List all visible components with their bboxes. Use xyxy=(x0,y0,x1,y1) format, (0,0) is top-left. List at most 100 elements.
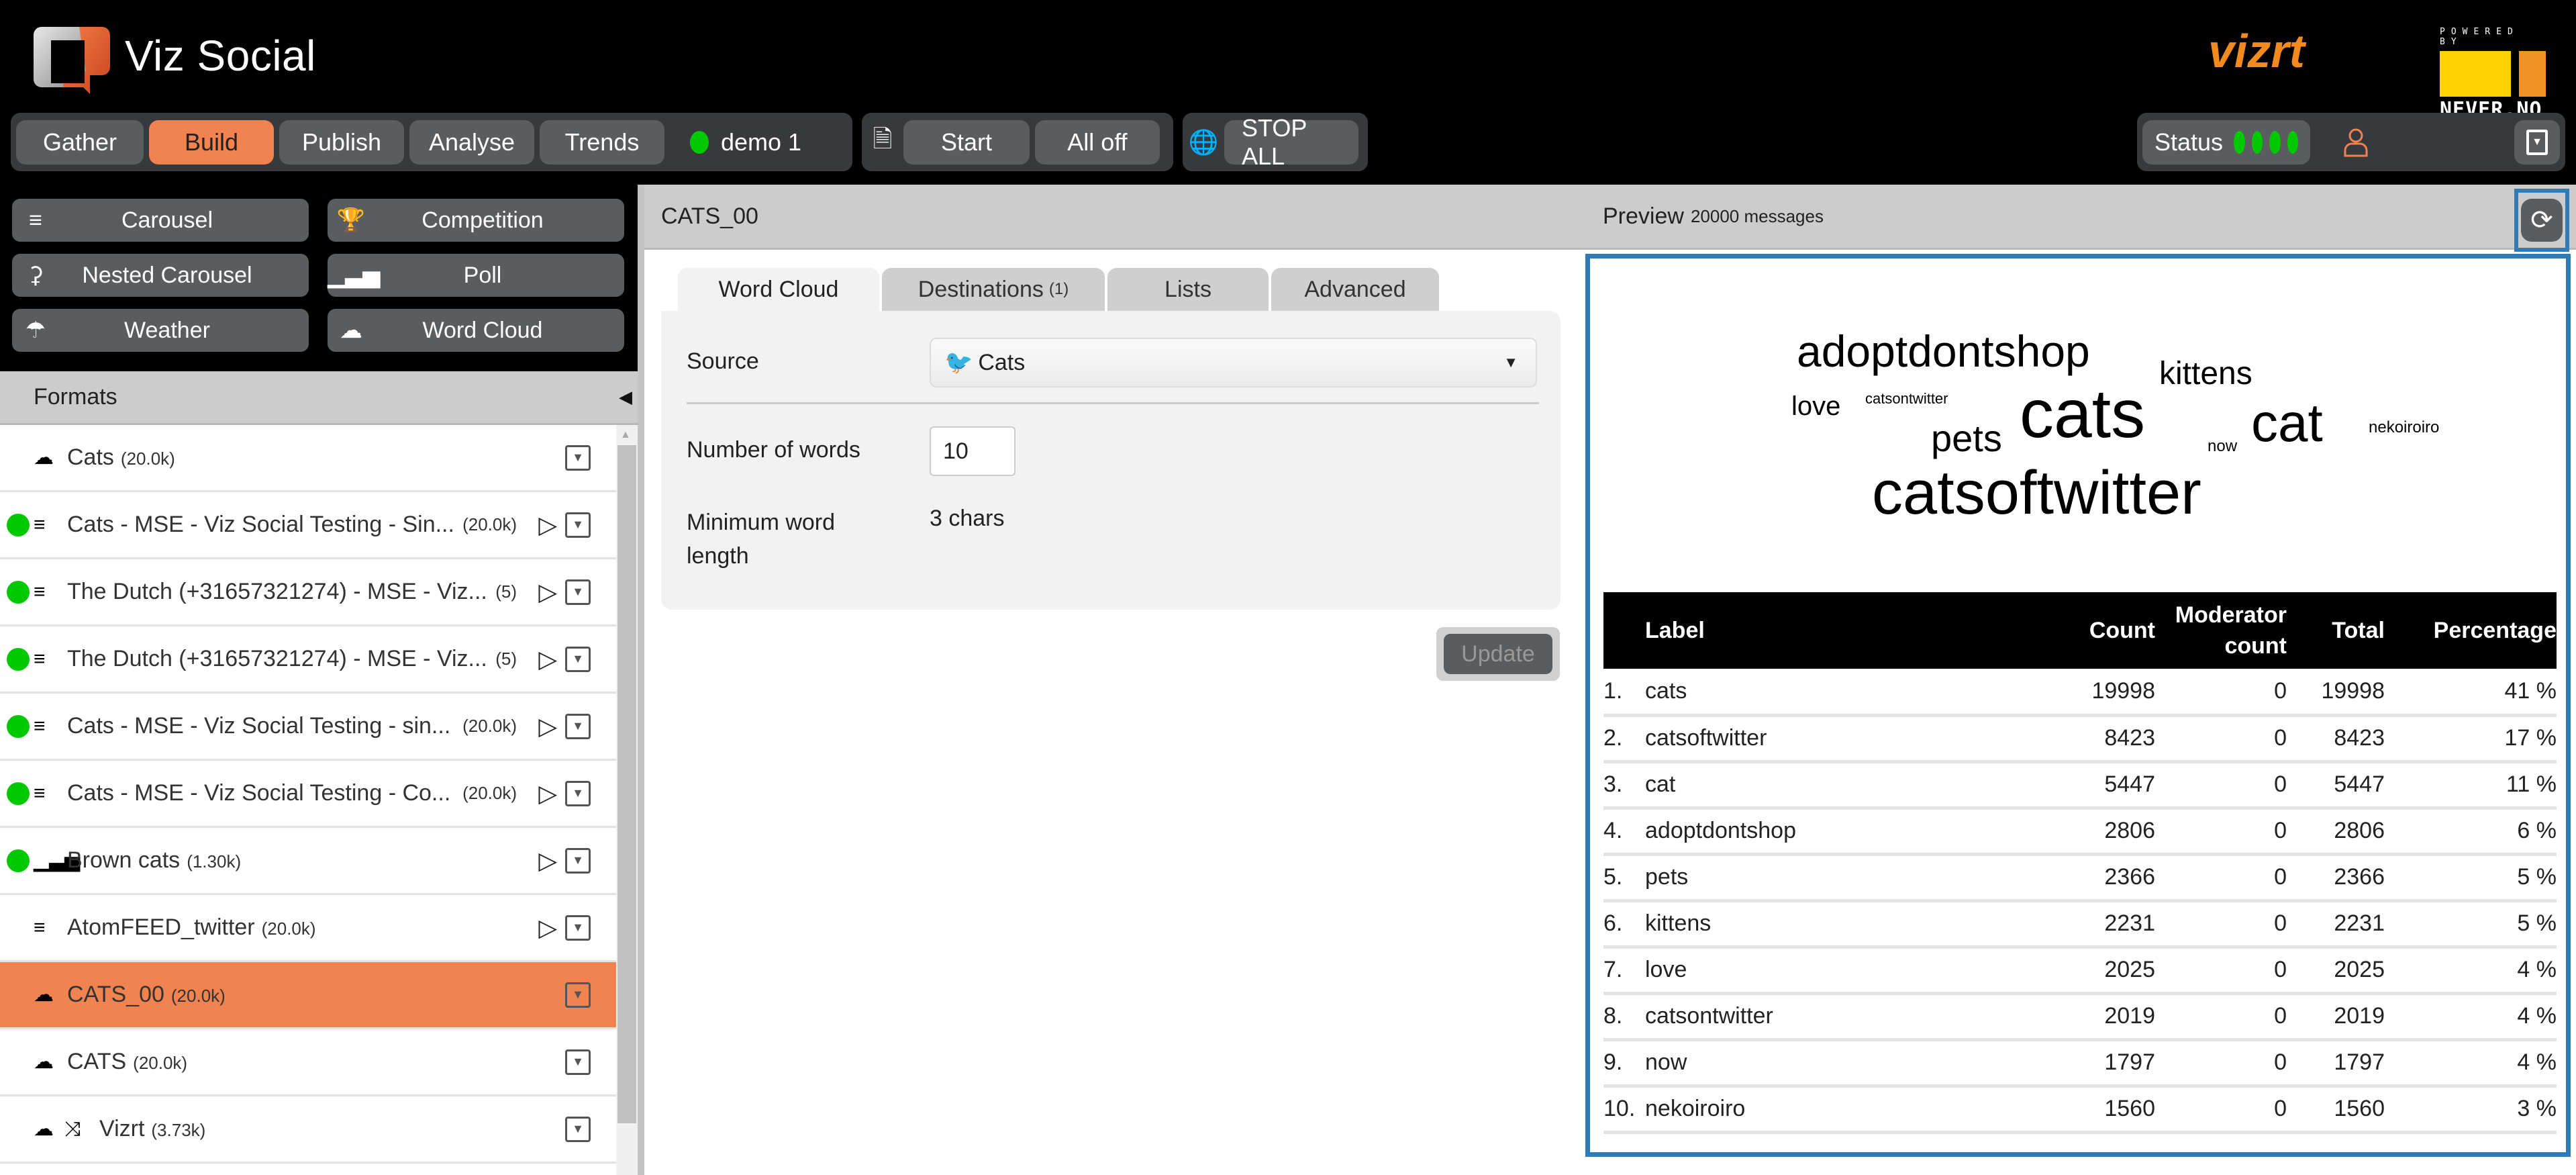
cell-label: catsoftwitter xyxy=(1645,715,2021,763)
editor-title: CATS_00 xyxy=(644,185,1584,250)
table-row: 2. catsoftwitter 8423 0 8423 17 % xyxy=(1603,715,2557,763)
play-icon[interactable]: ▷ xyxy=(538,712,557,741)
item-menu-icon[interactable]: ▼ xyxy=(565,847,591,874)
cloud-word: love xyxy=(1791,391,1841,421)
global-controls: 🌐 STOP ALL xyxy=(1183,113,1368,171)
trophy-icon: 🏆 xyxy=(336,207,366,233)
cell-percentage: 6 % xyxy=(2385,808,2557,856)
table-row: 8. catsontwitter 2019 0 2019 4 % xyxy=(1603,993,2557,1041)
item-menu-icon[interactable]: ▼ xyxy=(565,444,591,471)
format-item[interactable]: ≡ AtomFEED_twitter (20.0k) ▷ ▼ xyxy=(0,895,616,962)
format-name: CATS_00 (20.0k) xyxy=(67,982,226,1008)
cell-total: 2019 xyxy=(2287,993,2385,1041)
template-nested-carousel[interactable]: ⚳ Nested Carousel xyxy=(12,254,309,297)
col-label: Label xyxy=(1645,592,2021,669)
main-nav: Gather Build Publish Analyse Trends demo… xyxy=(11,113,852,171)
play-icon[interactable]: ▷ xyxy=(538,578,557,606)
cloud-icon: ☁ xyxy=(34,1051,54,1073)
format-item[interactable]: ☁ CATS (20.0k) ▼ xyxy=(0,1029,616,1096)
template-carousel[interactable]: ≡ Carousel xyxy=(12,199,309,242)
number-of-words-input[interactable]: 10 xyxy=(930,426,1015,476)
menu-button[interactable]: ▼ xyxy=(2514,120,2560,164)
never-no-logo: POWERED BY NEVER.NO xyxy=(2440,27,2547,122)
format-item[interactable]: ≡ Cats - MSE - Viz Social Testing - Sin..… xyxy=(0,492,616,559)
formats-scrollbar[interactable]: ▲ xyxy=(616,425,638,1175)
cloud-icon: ☁ xyxy=(340,318,362,343)
item-menu-icon[interactable]: ▼ xyxy=(565,1116,591,1142)
play-icon[interactable]: ▷ xyxy=(538,645,557,673)
preview-title: Preview xyxy=(1603,203,1684,229)
format-item[interactable]: ≡ The Dutch (+31657321274) - MSE - Viz...… xyxy=(0,559,616,626)
update-button[interactable]: Update xyxy=(1436,627,1560,681)
template-poll[interactable]: ▁▃▅ Poll xyxy=(328,254,624,297)
format-item[interactable]: ☁ ⤨ Vizrt (3.73k) ▼ xyxy=(0,1096,616,1164)
item-menu-icon[interactable]: ▼ xyxy=(565,914,591,941)
item-menu-icon[interactable]: ▼ xyxy=(565,579,591,605)
scroll-up-icon[interactable]: ▲ xyxy=(620,429,631,441)
cell-count: 8423 xyxy=(2021,715,2155,763)
item-menu-icon[interactable]: ▼ xyxy=(565,713,591,739)
tab-publish[interactable]: Publish xyxy=(279,120,404,164)
template-competition[interactable]: 🏆 Competition xyxy=(328,199,624,242)
item-menu-icon[interactable]: ▼ xyxy=(565,780,591,806)
template-weather[interactable]: ☂ Weather xyxy=(12,309,309,352)
collapse-icon[interactable]: ◀ xyxy=(619,387,632,408)
tab-build[interactable]: Build xyxy=(149,120,274,164)
cell-count: 5447 xyxy=(2021,761,2155,810)
play-icon[interactable]: ▷ xyxy=(538,847,557,875)
table-row: 1. cats 19998 0 19998 41 % xyxy=(1603,669,2557,717)
list-icon: ≡ xyxy=(29,207,42,233)
format-item[interactable]: ☁ Cats (20.0k) ▼ xyxy=(0,425,616,492)
tab-gather[interactable]: Gather xyxy=(16,120,144,164)
list-icon: ≡ xyxy=(34,513,46,536)
status-button[interactable]: Status xyxy=(2142,120,2310,164)
format-item[interactable]: ▁▃▅ Brown cats (1.30k) ▷ ▼ xyxy=(0,828,616,895)
refresh-button[interactable]: ⟳ xyxy=(2514,189,2569,252)
cell-total: 5447 xyxy=(2287,761,2385,810)
tab-advanced[interactable]: Advanced xyxy=(1271,268,1439,311)
template-label: Weather xyxy=(124,317,210,343)
template-label: Competition xyxy=(422,207,544,233)
item-menu-icon[interactable]: ▼ xyxy=(565,512,591,538)
format-count: (5) xyxy=(495,649,517,669)
format-item[interactable]: ☁ CATS_00 (20.0k) ▼ xyxy=(0,962,616,1029)
cell-rank: 3. xyxy=(1603,761,1645,810)
stop-all-button[interactable]: STOP ALL xyxy=(1224,114,1358,170)
format-item[interactable]: ≡ Cats - MSE - Viz Social Testing - Co...… xyxy=(0,761,616,828)
format-name-text: Cats xyxy=(67,444,114,470)
cell-percentage: 4 % xyxy=(2385,1039,2557,1088)
format-item[interactable]: ≡ The Dutch (+31657321274) - MSE - Viz...… xyxy=(0,626,616,694)
user-icon[interactable] xyxy=(2342,128,2369,157)
editor-tabs: Word Cloud Destinations (1) Lists Advance… xyxy=(678,268,1439,311)
app-title: Viz Social xyxy=(125,32,316,80)
cell-percentage: 17 % xyxy=(2385,715,2557,763)
tab-destinations[interactable]: Destinations (1) xyxy=(882,268,1105,311)
book-icon: 🗎 xyxy=(873,125,893,152)
format-name: Vizrt (3.73k) xyxy=(99,1116,205,1142)
play-icon[interactable]: ▷ xyxy=(538,511,557,539)
format-count: (20.0k) xyxy=(462,783,517,803)
tab-trends[interactable]: Trends xyxy=(540,120,664,164)
template-word-cloud[interactable]: ☁ Word Cloud xyxy=(328,309,624,352)
play-icon[interactable]: ▷ xyxy=(538,914,557,942)
template-label: Carousel xyxy=(121,207,213,233)
format-item[interactable]: ≡ Cats - MSE - Viz Social Testing - sin..… xyxy=(0,694,616,761)
profile-status-dot xyxy=(690,130,709,154)
tab-word-cloud[interactable]: Word Cloud xyxy=(678,268,879,311)
tab-analyse[interactable]: Analyse xyxy=(409,120,534,164)
item-menu-icon[interactable]: ▼ xyxy=(565,982,591,1008)
item-menu-icon[interactable]: ▼ xyxy=(565,1049,591,1075)
profile-selector[interactable]: demo 1 xyxy=(690,128,801,156)
scrollbar-thumb[interactable] xyxy=(617,445,636,1123)
divider xyxy=(687,402,1539,404)
tab-lists[interactable]: Lists xyxy=(1107,268,1269,311)
cell-moderator-count: 0 xyxy=(2155,1086,2287,1134)
cloud-word: cat xyxy=(2251,393,2323,453)
start-button[interactable]: Start xyxy=(903,120,1030,164)
item-menu-icon[interactable]: ▼ xyxy=(565,646,591,672)
cell-total: 8423 xyxy=(2287,715,2385,763)
play-icon[interactable]: ▷ xyxy=(538,780,557,808)
source-select[interactable]: 🐦 Cats ▼ xyxy=(930,338,1537,387)
all-off-button[interactable]: All off xyxy=(1035,120,1160,164)
cell-count: 2019 xyxy=(2021,993,2155,1041)
